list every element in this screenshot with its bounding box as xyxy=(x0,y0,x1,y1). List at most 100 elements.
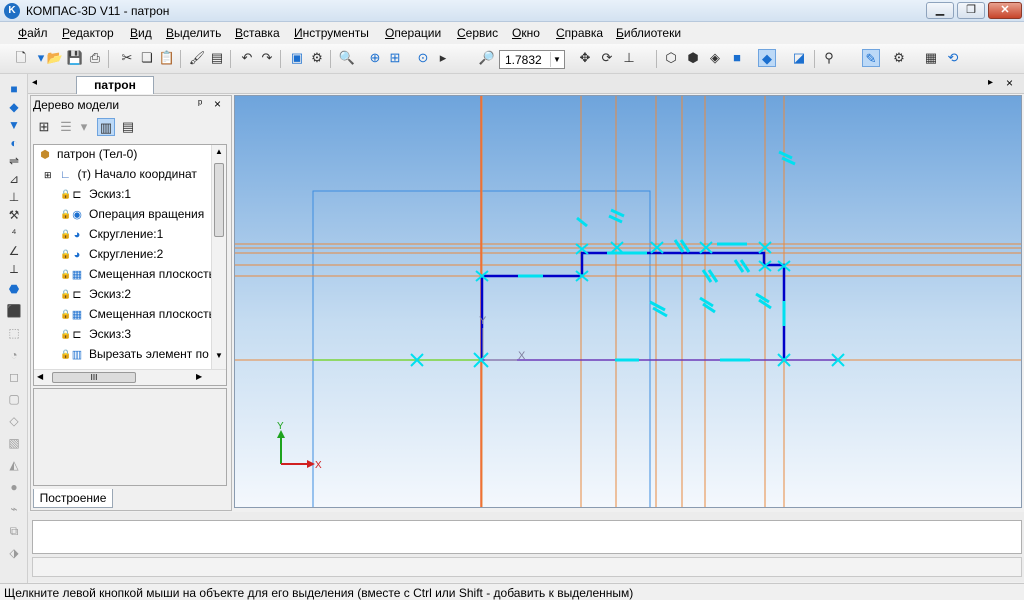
restore-button[interactable]: ❐ xyxy=(957,2,985,19)
menu-view[interactable]: Вид xyxy=(130,26,152,40)
measure-icon[interactable]: ⊿ xyxy=(5,170,23,188)
zoom-combobox[interactable]: 1.7832 ▼ xyxy=(499,50,565,69)
scroll-left-icon[interactable]: ◀ xyxy=(37,372,43,381)
surfaces-icon[interactable]: ◐ xyxy=(5,134,23,152)
minimize-button[interactable]: ▁ xyxy=(926,2,954,19)
parallel-mark xyxy=(649,300,666,312)
scroll-left-icon[interactable]: ◂ xyxy=(32,77,37,88)
redo-icon[interactable]: ↷ xyxy=(258,49,276,67)
properties-brush-icon[interactable]: 🖌 xyxy=(188,49,206,67)
zoom-in-icon[interactable]: ⊞ xyxy=(386,49,404,67)
property-panel-area[interactable] xyxy=(32,520,1022,554)
expand-icon[interactable]: ⊞ xyxy=(44,170,52,180)
hidden-lines-icon[interactable]: ⬢ xyxy=(684,49,702,67)
view-tools-icon[interactable]: ⚙ xyxy=(890,49,908,67)
menu-select[interactable]: Выделить xyxy=(166,26,221,40)
perspective-icon[interactable]: ◪ xyxy=(790,49,808,67)
tree-node-fillet2[interactable]: 🔒 ◕ Скругление:2 xyxy=(60,247,163,265)
structure-icon[interactable]: ☰ xyxy=(57,118,75,136)
new-icon[interactable]: 🗋 xyxy=(12,49,30,67)
tab-build[interactable]: Построение xyxy=(33,489,113,508)
draft-icon: ▧ xyxy=(8,436,20,450)
menu-tools[interactable]: Инструменты xyxy=(294,26,369,40)
library-icon[interactable]: ▤ xyxy=(208,49,226,67)
tree-node-sketch1[interactable]: 🔒⊏ Эскиз:1 xyxy=(60,187,131,205)
edit-part-icon[interactable]: ■ xyxy=(5,80,23,98)
save-icon[interactable]: 💾 xyxy=(66,49,84,67)
paste-icon[interactable]: 📋 xyxy=(158,49,176,67)
scroll-right-icon[interactable]: ▶ xyxy=(196,372,202,381)
tree-node-rotation[interactable]: 🔒◉ Операция вращения xyxy=(60,207,204,225)
orientation-icon[interactable]: ⊥ xyxy=(620,49,638,67)
refresh-icon[interactable]: ⟲ xyxy=(944,49,962,67)
fillet-icon: ◕ xyxy=(73,228,81,241)
cut-icon[interactable]: ✂ xyxy=(118,49,136,67)
menu-bar: Файл Редактор Вид Выделить Вставка Инстр… xyxy=(0,22,1024,44)
angle-icon[interactable]: ∠ xyxy=(5,242,23,260)
magnify-icon[interactable]: 🔍 xyxy=(338,49,356,67)
menu-operations[interactable]: Операции xyxy=(385,26,441,40)
shaded-edges-icon[interactable]: ◆ xyxy=(758,49,776,67)
scroll-up-icon[interactable]: ▲ xyxy=(215,147,223,156)
tree-node-origin[interactable]: ⊞ ∟ (т) Начало координат xyxy=(44,167,197,185)
scroll-thumb[interactable]: III xyxy=(52,372,136,383)
print-icon[interactable]: ⎙ xyxy=(86,49,104,67)
build-order-icon[interactable]: ⊞ xyxy=(35,118,53,136)
tree-node-sketch3[interactable]: 🔒⊏ Эскиз:3 xyxy=(60,327,131,345)
menu-file[interactable]: Файл xyxy=(18,26,48,40)
close-panel-icon[interactable]: × xyxy=(214,97,221,111)
shaded-icon[interactable]: ■ xyxy=(728,49,746,67)
parametrization-icon[interactable]: ⁴ xyxy=(5,224,23,242)
tree-node-plane1[interactable]: 🔒▦ Смещенная плоскость xyxy=(60,267,215,285)
close-document-icon[interactable]: × xyxy=(1006,76,1013,90)
filter-icon[interactable]: ⚲ xyxy=(820,49,838,67)
zoom-window-icon[interactable]: ⊕ xyxy=(366,49,384,67)
menu-service[interactable]: Сервис xyxy=(457,26,498,40)
dimensions-icon[interactable]: ⊥ xyxy=(5,188,23,206)
tree-view-icon[interactable]: ▥ xyxy=(97,118,115,136)
zoom-dropdown-icon[interactable]: ▸ xyxy=(434,49,452,67)
scroll-right-icon[interactable]: ▸ xyxy=(988,77,993,88)
tree-vertical-scrollbar[interactable]: ▲ ▼ xyxy=(211,145,226,369)
chevron-down-icon[interactable]: ▾ xyxy=(75,118,93,136)
extrude-icon[interactable]: ⬣ xyxy=(5,280,23,298)
copy-icon[interactable]: ❏ xyxy=(138,49,156,67)
open-icon[interactable]: 📂 xyxy=(46,49,64,67)
toolbar-separator xyxy=(230,50,231,68)
zoom-scale-icon[interactable]: ⊙ xyxy=(414,49,432,67)
undo-icon[interactable]: ↶ xyxy=(238,49,256,67)
chevron-down-icon[interactable]: ▼ xyxy=(550,52,563,67)
auxiliary-geometry-icon[interactable]: ⇌ xyxy=(5,152,23,170)
spatial-curves-icon[interactable]: ◆ xyxy=(5,98,23,116)
constraints-icon[interactable]: ⟂ xyxy=(5,260,23,278)
scroll-thumb[interactable] xyxy=(214,163,224,237)
tree-node-cut[interactable]: 🔒▥ Вырезать элемент по xyxy=(60,347,209,365)
model-viewport[interactable]: Y X Y X xyxy=(234,95,1022,508)
document-tab[interactable]: патрон xyxy=(76,76,154,94)
tree-node-plane2[interactable]: 🔒▦ Смещенная плоскость xyxy=(60,307,215,325)
no-hidden-icon[interactable]: ◈ xyxy=(706,49,724,67)
pin-icon[interactable]: ᵖ xyxy=(198,98,202,110)
menu-insert[interactable]: Вставка xyxy=(235,26,280,40)
tree-node-root[interactable]: ⬢ патрон (Тел-0) xyxy=(37,147,137,165)
menu-libraries[interactable]: Библиотеки xyxy=(616,26,681,40)
symbols-icon[interactable]: ⚒ xyxy=(5,206,23,224)
tree-node-fillet1[interactable]: 🔒 ◕ Скругление:1 xyxy=(60,227,163,245)
zoom-scale2-icon[interactable]: 🔎 xyxy=(478,49,496,67)
menu-help[interactable]: Справка xyxy=(556,26,603,40)
close-button[interactable]: ✕ xyxy=(988,2,1022,19)
scroll-down-icon[interactable]: ▼ xyxy=(215,351,223,360)
tree-props-icon[interactable]: ▤ xyxy=(119,118,137,136)
pan-icon[interactable]: ✥ xyxy=(576,49,594,67)
sketch-mode-icon[interactable]: ✎ xyxy=(862,49,880,67)
tree-horizontal-scrollbar[interactable]: ◀ III ▶ xyxy=(34,369,226,385)
regenerate-icon[interactable]: ▦ xyxy=(922,49,940,67)
filter-objects-icon[interactable]: ▼ xyxy=(5,116,23,134)
variables-icon[interactable]: ⚙ xyxy=(308,49,326,67)
wireframe-icon[interactable]: ⬡ xyxy=(662,49,680,67)
tree-node-sketch2[interactable]: 🔒⊏ Эскиз:2 xyxy=(60,287,131,305)
menu-edit[interactable]: Редактор xyxy=(62,26,114,40)
menu-window[interactable]: Окно xyxy=(512,26,540,40)
rotate-icon[interactable]: ⟳ xyxy=(598,49,616,67)
manager-icon[interactable]: ▣ xyxy=(288,49,306,67)
